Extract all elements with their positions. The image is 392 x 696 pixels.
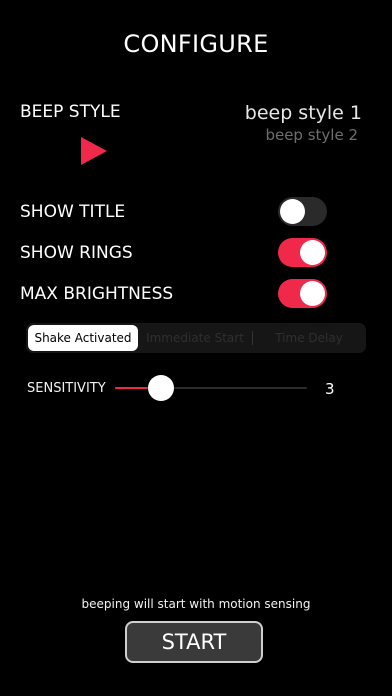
picker-next-option[interactable]: beep style 2 — [265, 126, 358, 144]
segment-divider — [252, 331, 253, 345]
segment-time-delay[interactable]: Time Delay — [254, 325, 364, 351]
beep-style-picker[interactable]: beep style 1 beep style 2 — [236, 98, 376, 150]
segment-shake-activated[interactable]: Shake Activated — [28, 325, 138, 351]
show-rings-toggle[interactable] — [278, 238, 327, 267]
toggle-knob — [300, 240, 325, 265]
show-rings-label: SHOW RINGS — [20, 243, 133, 263]
max-brightness-label: MAX BRIGHTNESS — [20, 284, 174, 304]
segment-immediate-start[interactable]: Immediate Start — [140, 325, 250, 351]
slider-thumb[interactable] — [148, 375, 175, 401]
toggle-knob — [300, 281, 325, 306]
max-brightness-toggle[interactable] — [278, 279, 327, 308]
status-text: beeping will start with motion sensing — [81, 597, 311, 611]
show-title-label: SHOW TITLE — [20, 202, 126, 222]
play-button[interactable] — [80, 136, 108, 166]
sensitivity-label: SENSITIVITY — [27, 381, 106, 396]
sensitivity-value: 3 — [325, 380, 335, 398]
sensitivity-slider[interactable] — [115, 372, 307, 404]
picker-selected-option: beep style 1 — [244, 102, 362, 124]
play-icon — [81, 137, 107, 165]
beep-style-label: BEEP STYLE — [20, 102, 121, 122]
start-button[interactable]: START — [125, 621, 263, 663]
page-title: CONFIGURE — [123, 30, 269, 58]
mode-segmented-control: Shake Activated Immediate Start Time Del… — [26, 323, 366, 353]
toggle-knob — [280, 199, 305, 224]
show-title-toggle[interactable] — [278, 197, 327, 226]
